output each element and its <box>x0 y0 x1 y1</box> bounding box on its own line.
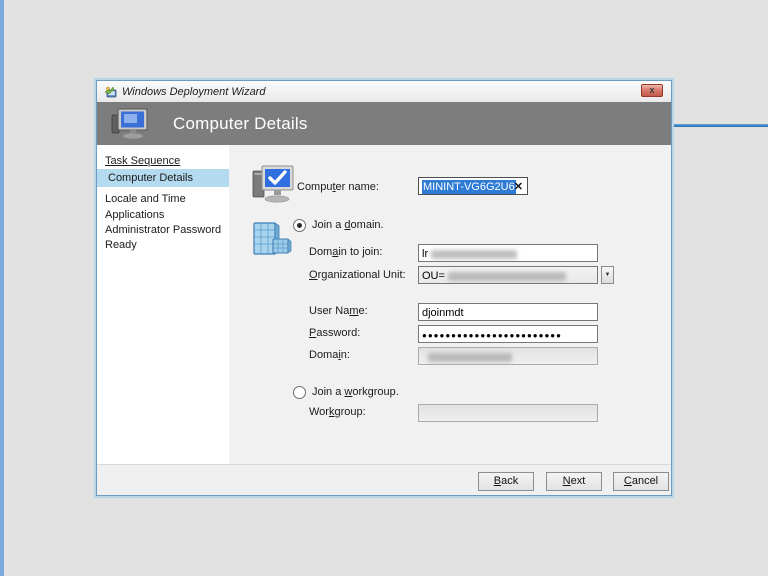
organizational-unit-value: OU= <box>422 270 445 282</box>
join-workgroup-label: Join a workgroup. <box>312 386 399 398</box>
domain-readonly-label: Domain: <box>309 349 350 361</box>
desktop-background: Windows Deployment Wizard x Computer Det… <box>0 0 768 576</box>
redacted-text <box>428 352 512 362</box>
redacted-text <box>447 271 566 281</box>
user-name-label: User Name: <box>309 305 368 317</box>
close-icon[interactable]: x <box>641 84 663 97</box>
computer-monitor-icon <box>111 108 151 140</box>
wizard-sidebar: Task Sequence Computer Details Locale an… <box>97 145 229 464</box>
titlebar[interactable]: Windows Deployment Wizard x <box>97 81 671 102</box>
wizard-app-icon <box>103 85 117 99</box>
sidebar-item-locale-and-time: Locale and Time <box>105 193 186 205</box>
cancel-button[interactable]: Cancel <box>613 472 669 491</box>
workgroup-label: Workgroup: <box>309 406 366 418</box>
domain-to-join-input[interactable]: lr <box>418 244 598 262</box>
domain-servers-icon <box>251 221 293 264</box>
sidebar-item-administrator-password: Administrator Password <box>105 224 222 236</box>
join-domain-label: Join a domain. <box>312 219 384 231</box>
wizard-window: Windows Deployment Wizard x Computer Det… <box>96 80 672 496</box>
form-area: Computer name: MININT-VG6G2U6 ✕ Join a d… <box>229 145 671 464</box>
back-button[interactable]: Back <box>478 472 534 491</box>
redacted-text <box>431 249 518 259</box>
password-value: ●●●●●●●●●●●●●●●●●●●●●●●● <box>422 331 562 340</box>
organizational-unit-label: Organizational Unit: <box>309 269 406 281</box>
window-title: Windows Deployment Wizard <box>122 85 266 98</box>
domain-to-join-value: lr <box>422 248 429 260</box>
computer-name-input[interactable]: MININT-VG6G2U6 ✕ <box>418 177 528 195</box>
sidebar-item-ready: Ready <box>105 239 137 251</box>
horizontal-accent-line <box>672 124 768 127</box>
organizational-unit-combobox[interactable]: OU= <box>418 266 598 284</box>
clear-icon[interactable]: ✕ <box>514 179 523 194</box>
button-bar: Back Next Cancel <box>97 464 671 495</box>
page-header: Computer Details <box>97 102 671 145</box>
domain-readonly-field <box>418 347 598 365</box>
content-area: Task Sequence Computer Details Locale an… <box>97 145 671 464</box>
chevron-down-icon[interactable]: ▼ <box>601 266 614 284</box>
password-label: Password: <box>309 327 361 339</box>
domain-to-join-label: Domain to join: <box>309 246 383 258</box>
sidebar-item-computer-details[interactable]: Computer Details <box>97 169 229 187</box>
password-input[interactable]: ●●●●●●●●●●●●●●●●●●●●●●●● <box>418 325 598 343</box>
computer-name-value: MININT-VG6G2U6 <box>422 180 516 194</box>
join-domain-radio[interactable] <box>293 219 306 232</box>
computer-check-icon <box>251 163 297 210</box>
sidebar-item-task-sequence[interactable]: Task Sequence <box>97 153 229 169</box>
user-name-input[interactable]: djoinmdt <box>418 303 598 321</box>
page-title: Computer Details <box>173 113 308 133</box>
join-workgroup-radio[interactable] <box>293 386 306 399</box>
workgroup-input <box>418 404 598 422</box>
sidebar-item-applications: Applications <box>105 209 165 221</box>
computer-name-label: Computer name: <box>297 181 379 193</box>
left-edge-stripe <box>0 0 4 576</box>
user-name-value: djoinmdt <box>422 307 464 319</box>
next-button[interactable]: Next <box>546 472 602 491</box>
